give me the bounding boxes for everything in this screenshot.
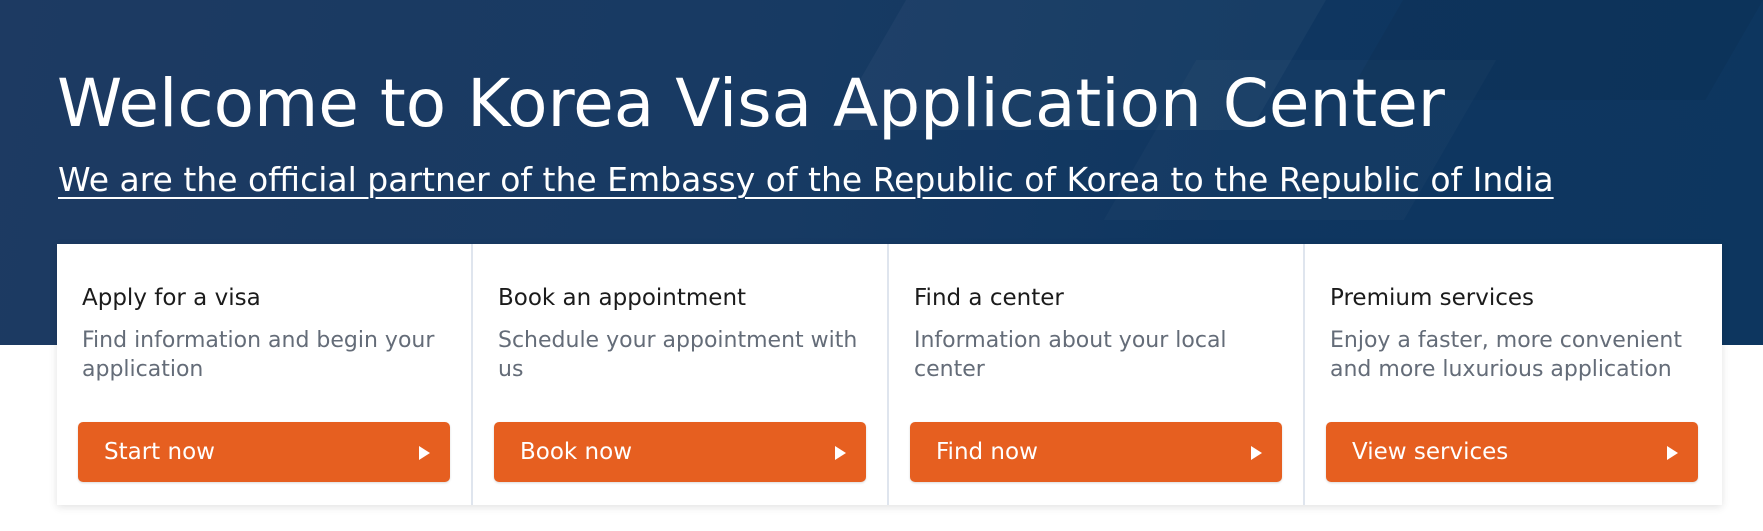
page-title: Welcome to Korea Visa Application Center bbox=[57, 65, 1445, 142]
button-label: View services bbox=[1352, 439, 1509, 465]
card-title: Find a center bbox=[914, 285, 1064, 311]
card-description: Find information and begin your applicat… bbox=[82, 328, 435, 382]
button-label: Find now bbox=[936, 439, 1038, 465]
official-partner-link[interactable]: We are the official partner of the Embas… bbox=[58, 158, 1554, 202]
find-now-button[interactable]: Find now bbox=[910, 422, 1282, 482]
play-arrow-icon bbox=[1251, 446, 1262, 460]
book-now-button[interactable]: Book now bbox=[494, 422, 866, 482]
start-now-button[interactable]: Start now bbox=[78, 422, 450, 482]
card-title: Book an appointment bbox=[498, 285, 747, 311]
card-title: Premium services bbox=[1330, 285, 1535, 311]
card-description: Information about your local center bbox=[914, 328, 1227, 382]
view-services-button[interactable]: View services bbox=[1326, 422, 1698, 482]
play-arrow-icon bbox=[419, 446, 430, 460]
card-book-appointment: Book an appointment Schedule your appoin… bbox=[473, 244, 889, 505]
card-title: Apply for a visa bbox=[82, 285, 261, 311]
card-apply-visa: Apply for a visa Find information and be… bbox=[57, 244, 473, 505]
service-cards: Apply for a visa Find information and be… bbox=[57, 244, 1722, 505]
card-description: Enjoy a faster, more convenient and more… bbox=[1330, 328, 1682, 382]
card-premium-services: Premium services Enjoy a faster, more co… bbox=[1305, 244, 1722, 505]
card-description: Schedule your appointment with us bbox=[498, 328, 858, 382]
button-label: Book now bbox=[520, 439, 633, 465]
play-arrow-icon bbox=[835, 446, 846, 460]
card-find-center: Find a center Information about your loc… bbox=[889, 244, 1305, 505]
play-arrow-icon bbox=[1667, 446, 1678, 460]
button-label: Start now bbox=[104, 439, 215, 465]
